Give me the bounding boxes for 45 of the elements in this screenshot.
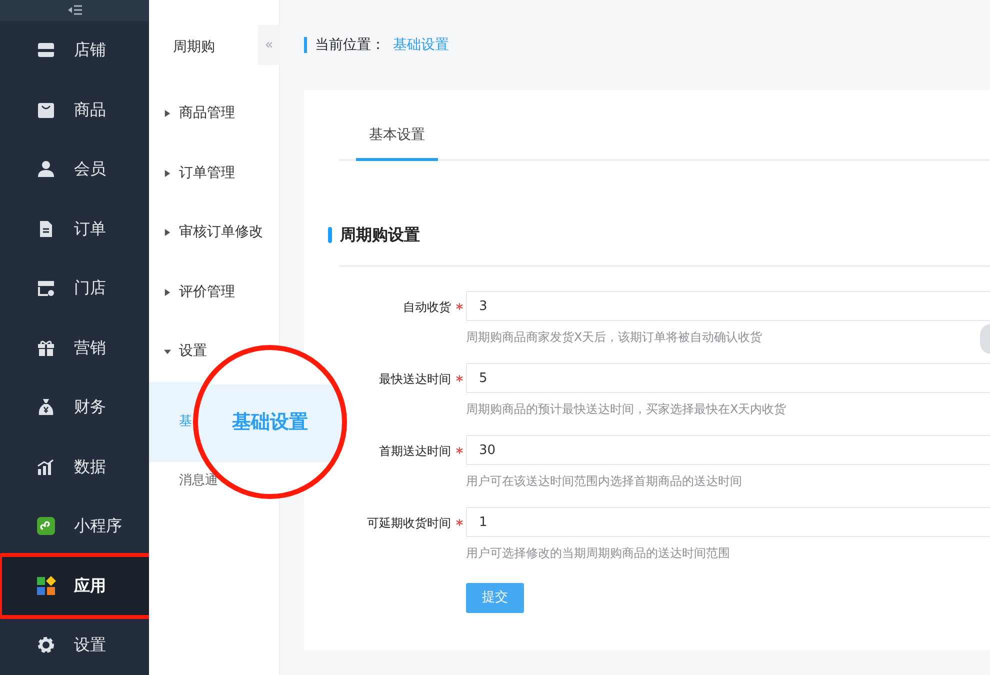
triangle-icon: [164, 288, 171, 297]
triangle-icon: [164, 228, 171, 238]
sidebar-item[interactable]: 会员: [0, 140, 149, 199]
link-icon: [36, 516, 56, 536]
input-field[interactable]: 5: [466, 363, 990, 393]
triangle-icon: [164, 347, 171, 356]
input-field[interactable]: 30: [466, 435, 990, 465]
input-field[interactable]: 1: [466, 507, 990, 537]
field-hint: 周期购商品的预计最快送达时间，买家选择最快在X天内收货: [466, 401, 786, 418]
money-bag-icon: [36, 397, 56, 418]
field-hint: 用户可在该送达时间范围内选择首期商品的送达时间: [466, 473, 742, 490]
sidebar-item[interactable]: 订单: [0, 199, 149, 258]
field-label: 自动收货: [403, 299, 451, 316]
callout-text: 基础设置: [232, 410, 308, 435]
sidebar-item[interactable]: 小程序: [0, 496, 149, 556]
input-field[interactable]: 3: [466, 291, 990, 321]
field-label: 首期送达时间: [379, 443, 451, 460]
field-label: 可延期收货时间: [367, 515, 451, 532]
sidebar-item[interactable]: 数据: [0, 437, 149, 496]
sidebar-item[interactable]: 店铺: [0, 20, 149, 80]
submenu-group[interactable]: 审核订单修改: [149, 203, 279, 262]
submenu-title: 周期购: [173, 39, 215, 55]
submenu-group[interactable]: 订单管理: [149, 144, 279, 203]
gear-icon: [36, 635, 56, 656]
submenu-group[interactable]: 评价管理: [149, 262, 279, 322]
tab[interactable]: 基本设置: [356, 110, 438, 161]
submenu-group[interactable]: 商品管理: [149, 84, 279, 144]
submenu-group[interactable]: 设置: [149, 322, 279, 382]
apps-icon: [36, 576, 56, 596]
collapse-menu-icon: [66, 4, 82, 16]
field-hint: 周期购商品商家发货X天后，该期订单将被自动确认收货: [466, 329, 762, 346]
field-hint: 用户可选择修改的当期周期购商品的送达时间范围: [466, 545, 730, 562]
shop-icon: [36, 278, 56, 298]
triangle-icon: [164, 109, 171, 118]
sidebar-item[interactable]: 营销: [0, 318, 149, 378]
sidebar-item[interactable]: 门店: [0, 258, 149, 318]
breadcrumb-label: 当前位置：: [315, 36, 385, 54]
field-label: 最快送达时间: [379, 371, 451, 388]
sidebar-item[interactable]: 商品: [0, 80, 149, 140]
triangle-icon: [164, 168, 171, 178]
bar-chart-icon: [36, 456, 56, 477]
sidebar-item[interactable]: 设置: [0, 616, 149, 675]
user-icon: [36, 159, 56, 180]
sidebar-item[interactable]: 财务: [0, 378, 149, 437]
section-title: 周期购设置: [340, 224, 420, 246]
